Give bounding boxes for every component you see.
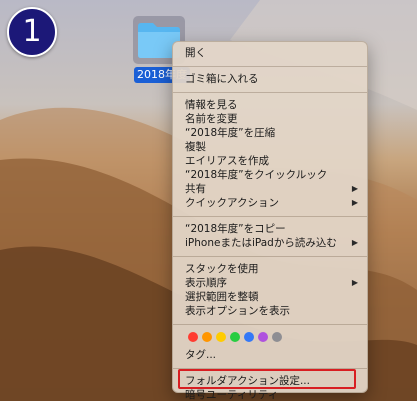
tag-color-orange[interactable] — [202, 332, 212, 342]
menu-item-clean-up-selection[interactable]: 選択範囲を整頓 — [173, 290, 367, 304]
step-number: 1 — [22, 14, 42, 49]
menu-item-get-info[interactable]: 情報を見る — [173, 98, 367, 112]
menu-item-make-alias[interactable]: エイリアスを作成 — [173, 154, 367, 168]
menu-item-share[interactable]: 共有 ▶ — [173, 182, 367, 196]
tag-color-gray[interactable] — [272, 332, 282, 342]
submenu-arrow-icon: ▶ — [351, 198, 358, 207]
context-menu: 開く ゴミ箱に入れる 情報を見る 名前を変更 “2018年度”を圧縮 複製 エイ… — [172, 41, 368, 401]
tag-color-blue[interactable] — [244, 332, 254, 342]
menu-item-quick-look[interactable]: “2018年度”をクイックルック — [173, 168, 367, 182]
desktop-background: 1 2018年度 開く ゴミ箱に入れる 情報を見る 名前を変更 “2018年度”… — [0, 0, 417, 401]
menu-item-open[interactable]: 開く — [173, 46, 367, 60]
step-number-badge: 1 — [7, 7, 57, 57]
highlight-box — [178, 369, 356, 389]
submenu-arrow-icon: ▶ — [351, 238, 358, 247]
menu-separator — [173, 92, 367, 93]
menu-item-encryption-utility[interactable]: 暗号ユーティリティ — [173, 388, 367, 401]
tag-color-yellow[interactable] — [216, 332, 226, 342]
tag-color-row — [173, 330, 367, 344]
menu-separator — [173, 66, 367, 67]
menu-item-quick-actions[interactable]: クイックアクション ▶ — [173, 196, 367, 210]
tag-color-red[interactable] — [188, 332, 198, 342]
menu-item-tags[interactable]: タグ... — [173, 348, 367, 362]
menu-item-compress[interactable]: “2018年度”を圧縮 — [173, 126, 367, 140]
menu-separator — [173, 216, 367, 217]
menu-separator — [173, 256, 367, 257]
menu-item-copy[interactable]: “2018年度”をコピー — [173, 222, 367, 236]
menu-item-duplicate[interactable]: 複製 — [173, 140, 367, 154]
menu-item-import-from-iphone[interactable]: iPhoneまたはiPadから読み込む ▶ — [173, 236, 367, 250]
menu-item-sort-by[interactable]: 表示順序 ▶ — [173, 276, 367, 290]
menu-separator — [173, 324, 367, 325]
menu-item-rename[interactable]: 名前を変更 — [173, 112, 367, 126]
tag-color-purple[interactable] — [258, 332, 268, 342]
menu-item-move-to-trash[interactable]: ゴミ箱に入れる — [173, 72, 367, 86]
submenu-arrow-icon: ▶ — [351, 184, 358, 193]
menu-item-show-view-options[interactable]: 表示オプションを表示 — [173, 304, 367, 318]
menu-item-use-stacks[interactable]: スタックを使用 — [173, 262, 367, 276]
submenu-arrow-icon: ▶ — [351, 278, 358, 287]
tag-color-green[interactable] — [230, 332, 240, 342]
